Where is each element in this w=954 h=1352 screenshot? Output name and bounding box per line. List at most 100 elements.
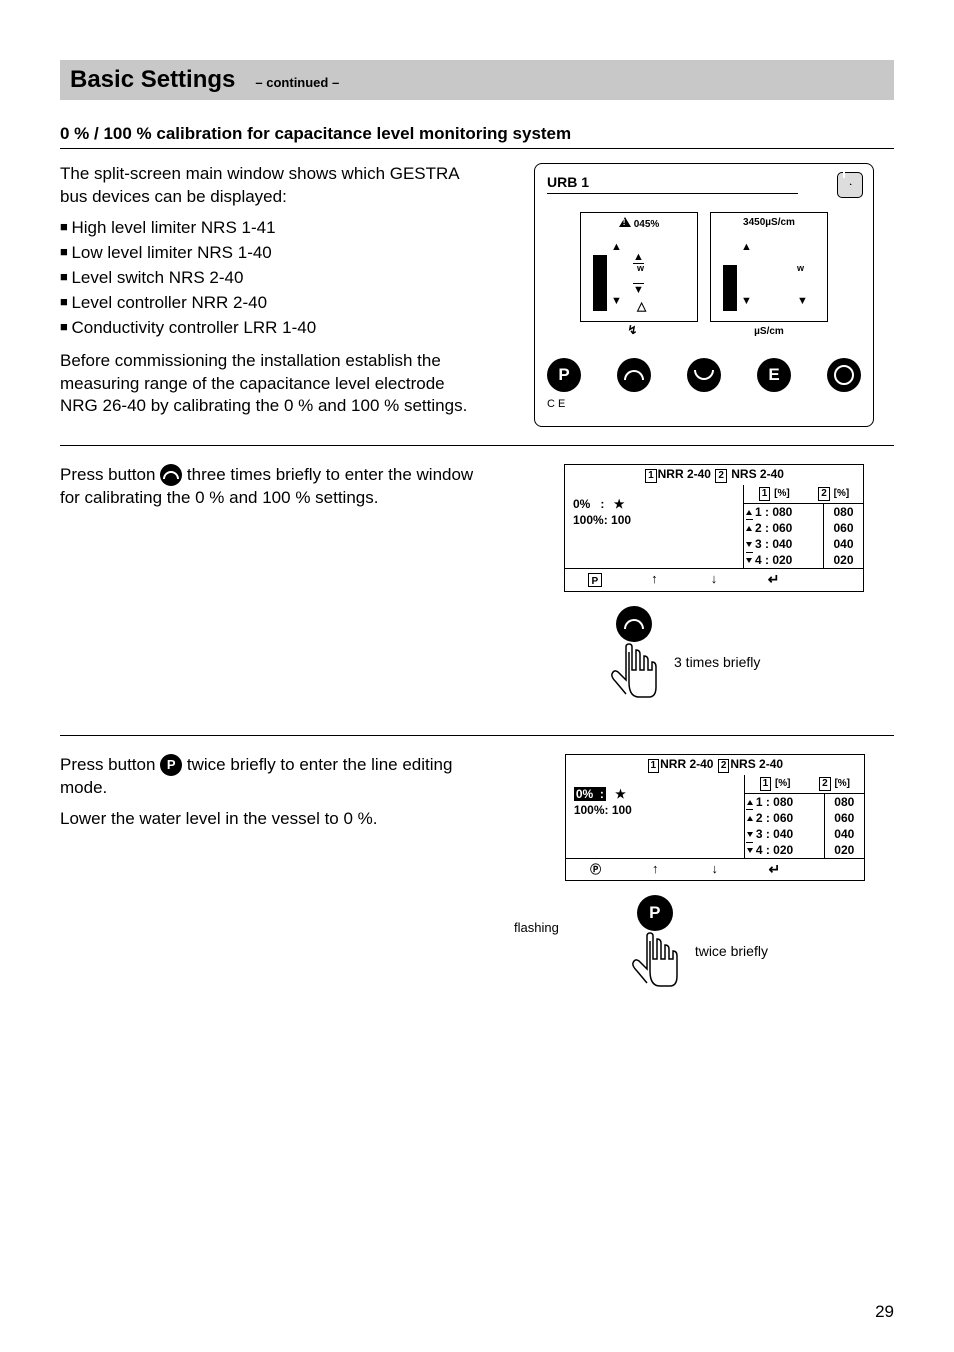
setpoint-label: 2 : 060 [755, 521, 792, 535]
urb-title: URB 1 [547, 174, 798, 194]
step2-diagram: 1NRR 2-40 2 NRS 2-40 0% : ★ 100%: 100 [514, 464, 894, 717]
subheading: 0 % / 100 % calibration for capacitance … [60, 124, 894, 149]
warning-icon [619, 217, 631, 227]
setpoint-value: 080 [823, 504, 863, 520]
down-button[interactable] [687, 358, 721, 392]
channel-2-icon: 2 [715, 469, 727, 483]
list-item: Level switch NRS 2-40 [60, 267, 486, 290]
row0-label: 0% [573, 497, 590, 511]
max-icon [747, 800, 753, 805]
press-instruction: twice briefly [695, 943, 768, 959]
power-button[interactable] [827, 358, 861, 392]
up-button-icon [160, 464, 182, 486]
lcd-right-pane: 1 [%] 2 [%] 1 : 080080 2 : 060060 3 : 04… [744, 775, 864, 858]
lcd-header: 1NRR 2-40 2NRS 2-40 [566, 755, 864, 775]
footer-down-icon: ↓ [685, 859, 745, 880]
urb-button-row: P E [547, 358, 861, 392]
level-value: 045% [634, 219, 660, 230]
min-icon [747, 848, 753, 853]
setpoint-label: 1 : 080 [755, 505, 792, 519]
footer-up-icon: ↑ [625, 859, 685, 880]
list-item: Conductivity controller LRR 1-40 [60, 317, 486, 340]
arrow-down-icon: ▼ [633, 283, 644, 296]
page-title: Basic Settings [70, 66, 235, 93]
step2-text-a: Press button [60, 465, 160, 484]
col1-head: 1 [%] [744, 485, 804, 503]
channel-2-icon: 2 [718, 759, 730, 773]
lcd-left-pane: 0% : ★ 100%: 100 [566, 775, 744, 858]
step3-text-c: Lower the water level in the vessel to 0… [60, 808, 486, 831]
star-icon: ★ [614, 497, 625, 511]
lcd-header-2: NRS 2-40 [731, 467, 784, 481]
lcd-left-pane: 0% : ★ 100%: 100 [565, 485, 743, 568]
footer-enter-icon: ↵ [744, 569, 804, 591]
conductivity-bar [723, 265, 737, 311]
setpoint-value: 020 [824, 842, 864, 858]
arrow-down-icon: ▼ [611, 295, 622, 307]
row1: 100%: 100 [573, 513, 735, 527]
intro-p1: The split-screen main window shows which… [60, 163, 486, 209]
list-item: Low level limiter NRS 1-40 [60, 242, 486, 265]
setpoint-value: 040 [823, 536, 863, 552]
col1-head: 1 [%] [745, 775, 805, 793]
row1: 100%: 100 [574, 803, 736, 817]
section-step-up: Press button three times briefly to ente… [60, 464, 894, 736]
press-instruction: 3 times briefly [674, 654, 760, 670]
up-button[interactable] [617, 358, 651, 392]
col2-head: 2 [%] [804, 775, 864, 793]
w-marker: w [637, 263, 644, 273]
channel-1-icon: 1 [648, 759, 660, 773]
section-title-bar: Basic Settings – continued – [60, 60, 894, 100]
channel-1-icon: 1 [645, 469, 657, 483]
list-item: High level limiter NRS 1-41 [60, 217, 486, 240]
high-icon [747, 816, 753, 821]
intro-p2: Before commissioning the installation es… [60, 350, 486, 419]
setpoint-value: 060 [824, 810, 864, 826]
lcd-header: 1NRR 2-40 2 NRS 2-40 [565, 465, 863, 485]
setpoint-value: 060 [823, 520, 863, 536]
setpoint-value: 020 [823, 552, 863, 568]
low-icon [747, 832, 753, 837]
continued-label: – continued – [255, 75, 339, 90]
setpoint-label: 4 : 020 [756, 843, 793, 857]
lcd-header-1: NRR 2-40 [660, 757, 713, 771]
urb-device: URB 1 ◔ 045% ▲ ▲ w ▼ ▼ △ ↯ 3450µS/cm ▲ [534, 163, 874, 427]
footer-enter-icon: ↵ [745, 859, 805, 880]
step3-text-a: Press button [60, 755, 160, 774]
footer-up-icon: ↑ [625, 569, 685, 591]
lcd-right-pane: 1 [%] 2 [%] 1 : 080080 2 : 060060 3 : 04… [743, 485, 863, 568]
hand-press-illustration: 3 times briefly [604, 606, 864, 717]
setpoint-label: 1 : 080 [756, 795, 793, 809]
device-list: High level limiter NRS 1-41 Low level li… [60, 217, 486, 340]
row0-colon: : [600, 497, 604, 511]
arrow-down-icon: ▼ [741, 295, 752, 307]
max-icon [746, 510, 752, 515]
gestra-logo-icon: ◔ [837, 172, 863, 198]
min-icon [746, 558, 752, 563]
setpoint-label: 2 : 060 [756, 811, 793, 825]
p-indicator-circled: Ⓟ [566, 859, 626, 880]
setpoint-value: 040 [824, 826, 864, 842]
section-intro: The split-screen main window shows which… [60, 163, 894, 446]
step2-text: Press button three times briefly to ente… [60, 464, 486, 717]
w-marker: w [797, 263, 804, 273]
lcd-header-2: NRS 2-40 [730, 757, 783, 771]
warning-outline-icon: △ [637, 299, 646, 313]
p-button-icon: P [637, 895, 673, 931]
ce-mark: C E [547, 398, 861, 410]
arrow-up-icon: ▲ [741, 241, 752, 253]
flashing-label: flashing [514, 920, 559, 935]
e-button[interactable]: E [757, 358, 791, 392]
lcd-header-1: NRR 2-40 [658, 467, 711, 481]
hand-press-illustration: P twice briefly [625, 895, 885, 1006]
arrow-down-icon: ▼ [797, 295, 808, 307]
footer-down-icon: ↓ [684, 569, 744, 591]
urb-screen-right: 3450µS/cm ▲ w ▼ ▼ µS/cm [710, 212, 828, 322]
hand-icon [604, 642, 664, 712]
p-button[interactable]: P [547, 358, 581, 392]
hand-icon [625, 931, 685, 1001]
conductivity-value: 3450µS/cm [711, 217, 827, 228]
lcd-display: 1NRR 2-40 2 NRS 2-40 0% : ★ 100%: 100 [564, 464, 864, 592]
urb-screen-left: 045% ▲ ▲ w ▼ ▼ △ ↯ [580, 212, 698, 322]
lcd-footer: P ↑ ↓ ↵ [565, 568, 863, 591]
